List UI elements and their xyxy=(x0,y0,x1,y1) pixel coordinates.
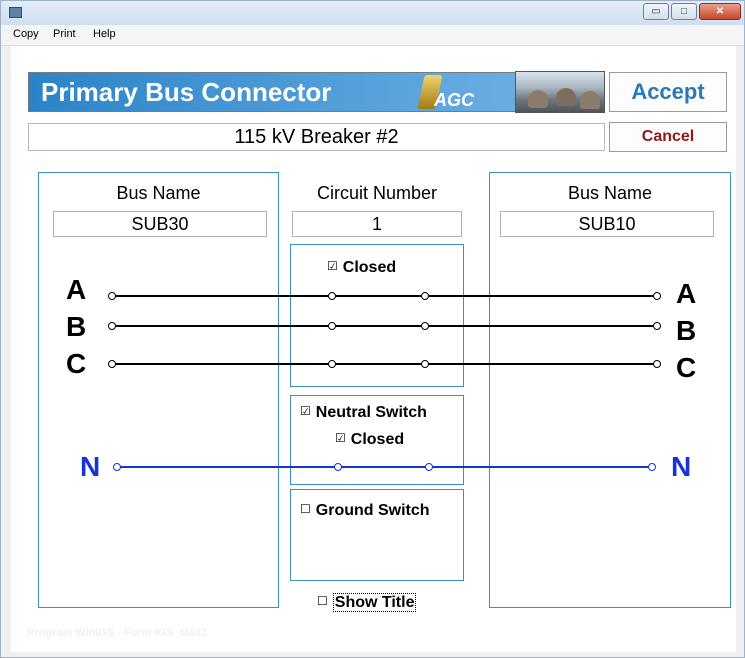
checkbox-unchecked-icon: ☐ xyxy=(317,594,328,608)
program-status-text: Program WinIGS - Form IGS_M192 xyxy=(27,627,208,639)
form-client-area: Primary Bus Connector AGC Accept Cancel … xyxy=(11,46,736,652)
minimize-button[interactable]: ▭ xyxy=(643,3,669,20)
menu-bar: Copy Print Help xyxy=(1,25,744,46)
terminal-node xyxy=(334,463,342,471)
terminal-node xyxy=(328,360,336,368)
app-window: ▭ □ ✕ Copy Print Help Primary Bus Connec… xyxy=(0,0,745,658)
terminal-node xyxy=(108,322,116,330)
show-title-label: Show Title xyxy=(332,593,417,612)
menu-print[interactable]: Print xyxy=(53,28,76,40)
terminal-node xyxy=(653,322,661,330)
menu-copy[interactable]: Copy xyxy=(13,28,39,40)
terminal-node xyxy=(328,322,336,330)
terminal-node xyxy=(108,292,116,300)
close-button[interactable]: ✕ xyxy=(699,3,741,20)
terminal-node xyxy=(421,292,429,300)
terminal-node xyxy=(421,322,429,330)
terminal-node xyxy=(113,463,121,471)
maximize-button[interactable]: □ xyxy=(671,3,697,20)
terminal-node xyxy=(653,292,661,300)
menu-help[interactable]: Help xyxy=(93,28,116,40)
terminal-node xyxy=(421,360,429,368)
terminal-node xyxy=(108,360,116,368)
connection-diagram xyxy=(108,292,661,471)
app-icon xyxy=(9,7,22,18)
terminal-node xyxy=(648,463,656,471)
title-bar: ▭ □ ✕ xyxy=(1,1,744,25)
terminal-node xyxy=(653,360,661,368)
show-title-checkbox[interactable]: ☐ Show Title xyxy=(317,593,417,612)
terminal-node xyxy=(328,292,336,300)
terminal-node xyxy=(425,463,433,471)
